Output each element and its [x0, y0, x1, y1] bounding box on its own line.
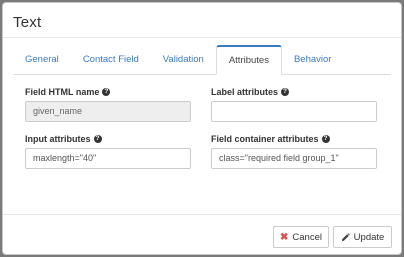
question-circle-icon[interactable]: ?	[321, 135, 330, 143]
times-icon: ✖	[280, 231, 289, 243]
tab-general[interactable]: General	[13, 45, 71, 74]
pencil-icon	[341, 232, 350, 242]
input-attributes-input[interactable]: maxlength="40"	[25, 148, 191, 169]
label-attributes-input[interactable]	[211, 101, 377, 122]
input-attributes-label-text: Input attributes	[25, 134, 91, 144]
label-attributes-label: Label attributes ?	[211, 87, 290, 97]
question-circle-icon[interactable]: ?	[281, 88, 290, 96]
question-circle-icon[interactable]: ?	[102, 88, 111, 96]
header-divider	[3, 37, 401, 38]
field-html-name-label: Field HTML name ?	[25, 87, 111, 97]
question-circle-icon[interactable]: ?	[93, 135, 102, 143]
tab-validation[interactable]: Validation	[151, 45, 216, 74]
tab-attributes[interactable]: Attributes	[215, 45, 282, 75]
tab-bar: General Contact Field Validation Attribu…	[13, 45, 391, 75]
container-attributes-input[interactable]: class="required field group_1"	[211, 148, 377, 169]
input-attributes-label: Input attributes ?	[25, 134, 102, 144]
modal-dialog: Text General Contact Field Validation At…	[2, 2, 402, 255]
label-attributes-label-text: Label attributes	[211, 87, 279, 97]
cancel-button-label: Cancel	[292, 231, 322, 243]
container-attributes-label: Field container attributes ?	[211, 134, 330, 144]
cancel-button[interactable]: ✖ Cancel	[273, 226, 329, 248]
tab-contact-field[interactable]: Contact Field	[71, 45, 151, 74]
update-button-label: Update	[353, 231, 385, 243]
footer-divider	[3, 214, 401, 215]
update-button[interactable]: Update	[333, 226, 392, 248]
container-attributes-label-text: Field container attributes	[211, 134, 319, 144]
tab-behavior[interactable]: Behavior	[282, 45, 344, 74]
dialog-title: Text	[13, 14, 42, 31]
field-html-name-label-text: Field HTML name	[25, 87, 100, 97]
field-html-name-input: given_name	[25, 101, 191, 122]
